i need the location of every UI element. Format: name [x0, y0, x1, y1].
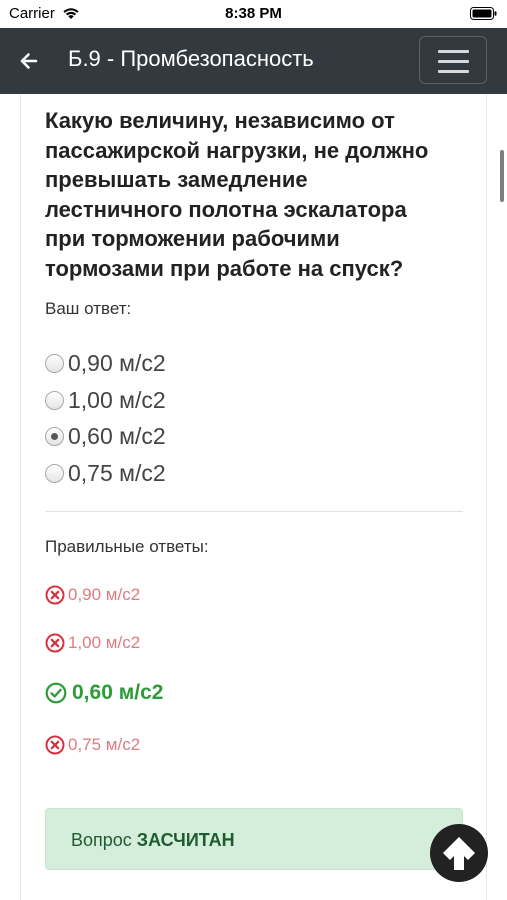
result-item: 0,90 м/с2 [45, 585, 140, 605]
question-text: Какую величину, независимо от пассажирск… [45, 106, 465, 283]
correct-answers-heading: Правильные ответы: [45, 537, 209, 556]
radio-button[interactable] [45, 463, 64, 483]
top-navbar: Б.9 - Промбезопасность [0, 28, 507, 94]
option-label: 0,75 м/с2 [68, 459, 166, 486]
question-line: при торможении рабочими [45, 226, 340, 251]
result-label: 0,90 м/с2 [68, 585, 141, 604]
hamburger-menu-icon [438, 60, 469, 63]
wrong-circle-icon [45, 735, 65, 755]
radio-button-selected[interactable] [45, 426, 64, 446]
alert-prefix: Вопрос [71, 830, 137, 850]
scroll-to-top-button[interactable] [430, 824, 488, 882]
result-label-correct: 0,60 м/с2 [72, 681, 164, 704]
check-circle-icon [45, 682, 67, 704]
scrollbar[interactable] [500, 150, 504, 202]
wrong-circle-icon [45, 633, 65, 653]
alert-text: Вопрос ЗАСЧИТАН [71, 830, 235, 851]
answer-option[interactable]: 0,60 м/с2 [45, 421, 166, 451]
divider [45, 511, 463, 512]
radio-button[interactable] [45, 390, 64, 410]
question-line: пассажирской нагрузки, не должно [45, 137, 429, 163]
question-line: Какую величину, независимо от [45, 108, 395, 133]
option-label: 0,60 м/с2 [68, 422, 166, 449]
result-alert: Вопрос ЗАСЧИТАН [45, 808, 463, 870]
app-screen: Carrier 8:38 PM Б.9 - Промбезопасность К… [0, 0, 507, 900]
hamburger-menu-icon [438, 50, 469, 53]
answer-option[interactable]: 0,90 м/с2 [45, 348, 166, 378]
hamburger-menu-icon [438, 70, 469, 73]
result-item-correct: 0,60 м/с2 [45, 681, 163, 705]
wrong-circle-icon [45, 585, 65, 605]
question-line: тормозами при работе на спуск? [45, 255, 404, 281]
alert-verdict: ЗАСЧИТАН [136, 830, 235, 850]
clock: 8:38 PM [225, 5, 282, 22]
back-arrow-icon[interactable] [14, 47, 44, 75]
answer-option[interactable]: 0,75 м/с2 [45, 458, 166, 488]
question-line: превышать замедление [45, 167, 308, 192]
page-title: Б.9 - Промбезопасность [68, 46, 314, 71]
your-answer-label: Ваш ответ: [45, 299, 132, 318]
result-item: 1,00 м/с2 [45, 633, 140, 653]
scroll-up-arrow-icon [443, 837, 475, 870]
option-label: 1,00 м/с2 [68, 386, 166, 413]
hamburger-menu-button[interactable] [419, 36, 487, 84]
result-label: 1,00 м/с2 [68, 633, 141, 652]
question-line: лестничного полотна эскалатора [45, 196, 407, 222]
battery-icon [470, 7, 497, 25]
status-bar: Carrier 8:38 PM [0, 0, 507, 28]
option-label: 0,90 м/с2 [68, 349, 166, 376]
radio-button[interactable] [45, 353, 64, 373]
result-item: 0,75 м/с2 [45, 735, 140, 755]
answer-option[interactable]: 1,00 м/с2 [45, 385, 166, 415]
result-label: 0,75 м/с2 [68, 735, 141, 754]
